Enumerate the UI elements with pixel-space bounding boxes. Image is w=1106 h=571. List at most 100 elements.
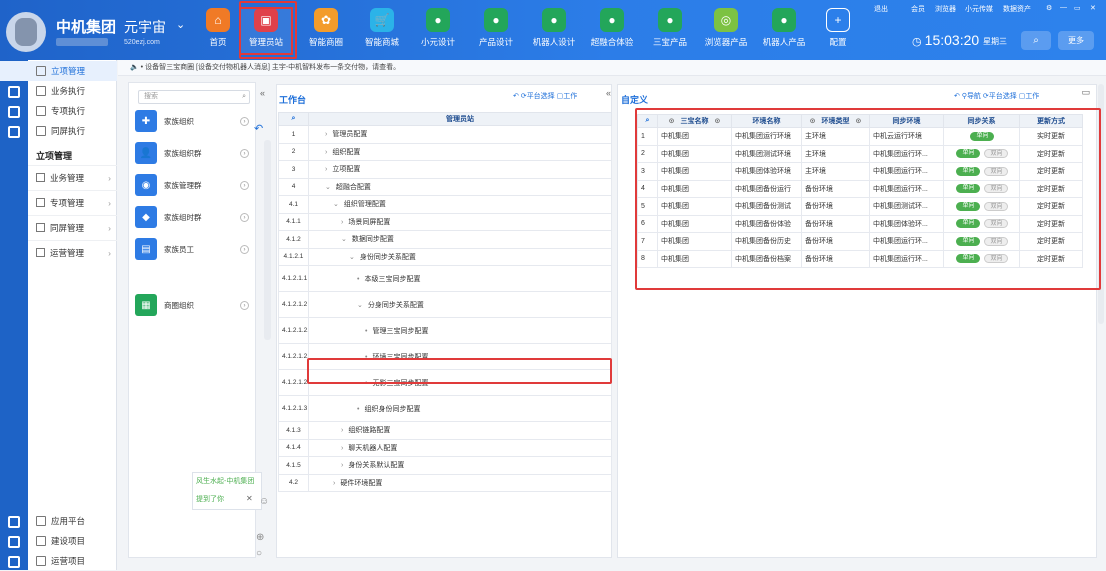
toggle-one-way[interactable]: 单向	[955, 201, 980, 211]
tree-row[interactable]: 4.1.2.1.2.2 • 环境三宝同步配置	[278, 343, 612, 370]
scrollbar[interactable]	[1098, 84, 1104, 324]
toggle-two-way[interactable]: 双向	[983, 254, 1008, 264]
company-avatar[interactable]	[6, 12, 46, 52]
tree-row[interactable]: 4.1.2 ⌄ 数据同步配置	[278, 230, 612, 249]
table-row[interactable]: 8 中机集团 中机集团备份档案 备份环境 中机集团运行环... 单向 双向 定时更新	[637, 249, 1083, 268]
nav-item-6[interactable]: ● 机器人设计	[528, 8, 580, 54]
tree-search-icon[interactable]: ⌕	[278, 112, 309, 126]
bullet-icon[interactable]: •	[365, 354, 367, 361]
nav-item-0[interactable]: ⌂ 首页	[192, 8, 244, 54]
table-row[interactable]: 4 中机集团 中机集团备份运行 备份环境 中机集团运行环... 单向 双向 定时更新	[637, 179, 1083, 198]
universe-selector[interactable]: 元宇宙	[124, 17, 166, 37]
nav-item-7[interactable]: ● 超融合体验	[586, 8, 638, 54]
chevron-right-icon[interactable]: ›	[341, 445, 343, 452]
toggle-one-way[interactable]: 单向	[955, 219, 980, 229]
chevron-right-icon[interactable]: ›	[240, 212, 249, 222]
table-row[interactable]: 1 中机集团 中机集团运行环境 主环境 中机云运行环境 单向 实时更新	[637, 127, 1083, 146]
table-row[interactable]: 7 中机集团 中机集团备份历史 备份环境 中机集团运行环... 单向 双向 定时更新	[637, 232, 1083, 251]
top-link[interactable]: 退出	[874, 4, 888, 14]
tree-row[interactable]: 2 › 组织配置	[278, 142, 612, 161]
table-search-icon[interactable]: ⌕	[637, 114, 658, 128]
chevron-right-icon[interactable]: ›	[240, 244, 249, 254]
column-header[interactable]: ⊙ 三宝名称 ⊙	[657, 114, 732, 128]
minimize-icon[interactable]: —	[1060, 4, 1067, 11]
table-row[interactable]: 2 中机集团 中机集团测试环境 主环境 中机集团运行环... 单向 双向 定时更新	[637, 144, 1083, 163]
tree-row[interactable]: 3 › 立项配置	[278, 160, 612, 179]
toggle-two-way[interactable]: 双向	[983, 219, 1008, 229]
top-link[interactable]: 浏览器	[935, 4, 956, 14]
sidebar-item[interactable]: 同屏执行	[0, 121, 117, 141]
bullet-icon[interactable]: •	[365, 328, 367, 335]
chevron-right-icon[interactable]: ›	[325, 166, 327, 173]
add-icon[interactable]: ⊕	[256, 532, 264, 543]
tree-row[interactable]: 4.1.5 › 身份关系默认配置	[278, 456, 612, 475]
chevron-right-icon[interactable]: ›	[240, 148, 249, 158]
column-header[interactable]: 环境名称	[731, 114, 802, 128]
tree-row[interactable]: 4.1.1 › 场景同屏配置	[278, 212, 612, 231]
column-header[interactable]: 同步关系	[943, 114, 1020, 128]
tree-row[interactable]: 4.1 ⌄ 组织管理配置	[278, 195, 612, 214]
chevron-right-icon[interactable]: ›	[240, 300, 249, 310]
nav-item-9[interactable]: ◎ 浏览器产品	[700, 8, 752, 54]
chat-close-icon[interactable]: ✕	[246, 494, 253, 503]
chevron-right-icon[interactable]: ›	[341, 462, 343, 469]
maximize-icon[interactable]: ▭	[1081, 87, 1090, 98]
nav-item-5[interactable]: ● 产品设计	[470, 8, 522, 54]
nav-item-1[interactable]: ▣ 管理员站	[239, 7, 293, 55]
tree-row[interactable]: 4.1.2.1.3 • 组织身份同步配置	[278, 395, 612, 422]
chevron-right-icon[interactable]: ›	[325, 149, 327, 156]
sidebar-group[interactable]: 专项管理 ›	[28, 190, 117, 214]
custom-tools[interactable]: ↶ ⚲导航 ⟳平台选择 ▢工作	[954, 91, 1039, 101]
toggle-two-way[interactable]: 双向	[983, 166, 1008, 176]
workbench-tools[interactable]: ↶ ⟳平台选择 ▢工作	[513, 91, 577, 101]
tree-row[interactable]: 4.2 › 硬件环境配置	[278, 473, 612, 492]
toggle-two-way[interactable]: 双向	[983, 236, 1008, 246]
toggle-one-way[interactable]: 单向	[955, 236, 980, 246]
sidebar-group[interactable]: 业务管理 ›	[28, 165, 117, 189]
restore-icon[interactable]: ▭	[1074, 4, 1081, 12]
nav-item-10[interactable]: ● 机器人产品	[758, 8, 810, 54]
sidebar-item[interactable]: 业务执行	[0, 81, 117, 101]
tree-row[interactable]: 4.1.2.1.2.1 • 管理三宝同步配置	[278, 317, 612, 344]
top-link[interactable]: 小元传媒	[965, 4, 993, 14]
sidebar-item[interactable]: 运营项目	[0, 551, 117, 571]
nav-item-2[interactable]: ✿ 智能商圈	[300, 8, 352, 54]
chat-notification[interactable]: 风生水起-中机集团 提到了你	[192, 472, 262, 510]
toggle-one-way[interactable]: 单向	[969, 131, 994, 141]
bullet-icon[interactable]: •	[357, 406, 359, 413]
cell-env-link[interactable]: 中机集团运行环境	[731, 127, 802, 146]
top-link[interactable]: 会员	[911, 4, 925, 14]
toggle-one-way[interactable]: 单向	[955, 184, 980, 194]
chevron-right-icon[interactable]: ⌄	[325, 184, 331, 191]
bullet-icon[interactable]: •	[365, 380, 367, 387]
tree-row[interactable]: 4.1.3 › 组织链路配置	[278, 421, 612, 440]
search-icon[interactable]: ○	[256, 548, 262, 559]
chevron-down-icon[interactable]: ⌄	[176, 18, 185, 31]
tree-row[interactable]: 1 › 管理员配置	[278, 125, 612, 144]
cell-env-link[interactable]: 中机集团备份档案	[731, 249, 802, 268]
cell-env-link[interactable]: 中机集团备份体验	[731, 214, 802, 233]
table-row[interactable]: 3 中机集团 中机集团体验环境 主环境 中机集团运行环... 单向 双向 定时更新	[637, 162, 1083, 181]
tree-row[interactable]: 4.1.4 › 聊天机器人配置	[278, 438, 612, 457]
cell-env-link[interactable]: 中机集团备份测试	[731, 197, 802, 216]
cell-env-link[interactable]: 中机集团体验环境	[731, 162, 802, 181]
toggle-one-way[interactable]: 单向	[955, 166, 980, 176]
nav-item-11[interactable]: + 配置	[812, 8, 864, 54]
sidebar-item[interactable]: 建设项目	[0, 531, 117, 551]
sidebar-group[interactable]: 同屏管理 ›	[28, 215, 117, 239]
scrollbar[interactable]	[264, 140, 271, 340]
toggle-two-way[interactable]: 双向	[983, 149, 1008, 159]
chevron-right-icon[interactable]: ⌄	[333, 201, 339, 208]
search-button[interactable]: ⌕	[1021, 31, 1051, 50]
sidebar-item[interactable]: 专项执行	[0, 101, 117, 121]
tree-row[interactable]: 4.1.2.1 ⌄ 身份同步关系配置	[278, 247, 612, 266]
chevron-right-icon[interactable]: ›	[341, 427, 343, 434]
nav-item-8[interactable]: ● 三宝产品	[644, 8, 696, 54]
cell-env-link[interactable]: 中机集团备份历史	[731, 232, 802, 251]
notice-bar[interactable]: 🔈 • 设备智三宝商圈 [设备交付物机器人消息] 主宇-中机智料发布一条交付物，…	[118, 60, 1106, 76]
chevron-right-icon[interactable]: ›	[240, 180, 249, 190]
nav-item-3[interactable]: 🛒 智能商城	[356, 8, 408, 54]
top-link[interactable]: 数据资产	[1003, 4, 1031, 14]
chevron-right-icon[interactable]: ›	[240, 116, 249, 126]
chevron-right-icon[interactable]: ⌄	[357, 302, 363, 309]
